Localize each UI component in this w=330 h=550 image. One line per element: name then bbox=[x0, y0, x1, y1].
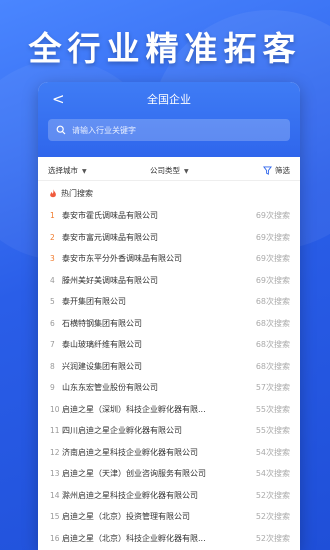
list-item[interactable]: 16 启迪之星（北京）科技企业孵化器有限... 52次搜索 bbox=[50, 528, 290, 550]
rank-number: 12 bbox=[50, 447, 60, 457]
filter-button[interactable]: 筛选 bbox=[263, 165, 290, 176]
company-name: 山东东宏管业股份有限公司 bbox=[62, 383, 158, 393]
company-type-label: 公司类型 bbox=[150, 166, 180, 175]
list-item[interactable]: 13 启迪之星（天津）创业咨询服务有限公司 54次搜索 bbox=[50, 463, 290, 485]
app-header: < 全国企业 bbox=[38, 82, 300, 157]
search-count: 54次搜索 bbox=[255, 469, 290, 479]
list-item[interactable]: 8 兴润建设集团有限公司 68次搜索 bbox=[50, 356, 290, 378]
company-name: 石横特钢集团有限公司 bbox=[62, 318, 142, 328]
search-count: 68次搜索 bbox=[255, 361, 290, 371]
search-count: 68次搜索 bbox=[255, 297, 290, 307]
search-count: 57次搜索 bbox=[255, 383, 290, 393]
search-count: 69次搜索 bbox=[255, 254, 290, 264]
rank-number: 1 bbox=[50, 211, 55, 221]
company-name: 启迪之星（深圳）科技企业孵化器有限... bbox=[62, 404, 206, 414]
search-icon bbox=[56, 125, 66, 135]
rank-number: 4 bbox=[50, 275, 55, 285]
company-name: 四川启迪之星企业孵化器有限公司 bbox=[62, 426, 182, 436]
search-count: 69次搜索 bbox=[255, 211, 290, 221]
rank-number: 16 bbox=[50, 533, 60, 543]
caret-down-icon: ▼ bbox=[184, 168, 189, 175]
list-item[interactable]: 1 泰安市霍氏调味品有限公司 69次搜索 bbox=[50, 205, 290, 227]
rank-number: 8 bbox=[50, 361, 55, 371]
company-name: 泰开集团有限公司 bbox=[62, 297, 126, 307]
rank-number: 14 bbox=[50, 490, 60, 500]
list-item[interactable]: 11 四川启迪之星企业孵化器有限公司 55次搜索 bbox=[50, 420, 290, 442]
list-item[interactable]: 12 济南启迪之星科技企业孵化器有限公司 54次搜索 bbox=[50, 442, 290, 464]
list-item[interactable]: 3 泰安市东平分外香调味品有限公司 69次搜索 bbox=[50, 248, 290, 270]
search-count: 69次搜索 bbox=[255, 232, 290, 242]
search-count: 69次搜索 bbox=[255, 275, 290, 285]
search-count: 55次搜索 bbox=[255, 404, 290, 414]
rank-number: 6 bbox=[50, 318, 55, 328]
rank-number: 3 bbox=[50, 254, 55, 264]
fire-icon bbox=[50, 188, 56, 197]
hot-search-list: 1 泰安市霍氏调味品有限公司 69次搜索 2 泰安市富元调味品有限公司 69次搜索 3 泰安市… bbox=[38, 205, 300, 549]
list-item[interactable]: 5 泰开集团有限公司 68次搜索 bbox=[50, 291, 290, 313]
company-name: 济南启迪之星科技企业孵化器有限公司 bbox=[62, 447, 198, 457]
page-title: 全国企业 bbox=[147, 93, 191, 106]
rank-number: 13 bbox=[50, 469, 60, 479]
search-count: 54次搜索 bbox=[255, 447, 290, 457]
caret-down-icon: ▼ bbox=[82, 168, 87, 175]
company-name: 滕州美好美调味品有限公司 bbox=[62, 275, 158, 285]
hot-search-header: 热门搜索 bbox=[38, 181, 300, 205]
list-item[interactable]: 10 启迪之星（深圳）科技企业孵化器有限... 55次搜索 bbox=[50, 399, 290, 421]
rank-number: 7 bbox=[50, 340, 55, 350]
list-item[interactable]: 4 滕州美好美调味品有限公司 69次搜索 bbox=[50, 270, 290, 292]
rank-number: 5 bbox=[50, 297, 55, 307]
company-name: 泰安市东平分外香调味品有限公司 bbox=[62, 254, 182, 264]
search-count: 52次搜索 bbox=[255, 490, 290, 500]
search-input[interactable] bbox=[72, 125, 252, 135]
company-name: 启迪之星（北京）投资管理有限公司 bbox=[62, 512, 190, 522]
search-count: 52次搜索 bbox=[255, 533, 290, 543]
company-name: 启迪之星（天津）创业咨询服务有限公司 bbox=[62, 469, 206, 479]
filter-icon bbox=[263, 166, 272, 175]
list-item[interactable]: 14 滁州启迪之星科技企业孵化器有限公司 52次搜索 bbox=[50, 485, 290, 507]
filter-label: 筛选 bbox=[275, 166, 290, 175]
rank-number: 15 bbox=[50, 512, 60, 522]
rank-number: 2 bbox=[50, 232, 55, 242]
search-count: 55次搜索 bbox=[255, 426, 290, 436]
rank-number: 11 bbox=[50, 426, 60, 436]
company-name: 泰山玻璃纤维有限公司 bbox=[62, 340, 142, 350]
search-count: 68次搜索 bbox=[255, 340, 290, 350]
city-dropdown[interactable]: 选择城市 ▼ bbox=[48, 165, 87, 176]
list-item[interactable]: 6 石横特钢集团有限公司 68次搜索 bbox=[50, 313, 290, 335]
list-item[interactable]: 15 启迪之星（北京）投资管理有限公司 52次搜索 bbox=[50, 506, 290, 528]
company-name: 滁州启迪之星科技企业孵化器有限公司 bbox=[62, 490, 198, 500]
search-count: 68次搜索 bbox=[255, 318, 290, 328]
company-name: 兴润建设集团有限公司 bbox=[62, 361, 142, 371]
list-item[interactable]: 9 山东东宏管业股份有限公司 57次搜索 bbox=[50, 377, 290, 399]
city-label: 选择城市 bbox=[48, 166, 78, 175]
filter-bar: 选择城市 ▼ 公司类型 ▼ 筛选 bbox=[38, 157, 300, 181]
hot-search-title: 热门搜索 bbox=[61, 188, 93, 198]
rank-number: 9 bbox=[50, 383, 55, 393]
search-count: 52次搜索 bbox=[255, 512, 290, 522]
list-item[interactable]: 2 泰安市富元调味品有限公司 69次搜索 bbox=[50, 227, 290, 249]
phone-screen: < 全国企业 选择城市 ▼ 公司类型 ▼ 筛选 热门搜索 1 泰安市霍氏调味品有限公司… bbox=[38, 82, 300, 550]
company-name: 泰安市霍氏调味品有限公司 bbox=[62, 211, 158, 221]
company-type-dropdown[interactable]: 公司类型 ▼ bbox=[150, 165, 189, 176]
rank-number: 10 bbox=[50, 404, 60, 414]
company-name: 泰安市富元调味品有限公司 bbox=[62, 232, 158, 242]
list-item[interactable]: 7 泰山玻璃纤维有限公司 68次搜索 bbox=[50, 334, 290, 356]
promo-headline: 全行业精准拓客 bbox=[28, 29, 302, 68]
company-name: 启迪之星（北京）科技企业孵化器有限... bbox=[62, 533, 206, 543]
search-bar[interactable] bbox=[48, 119, 290, 141]
